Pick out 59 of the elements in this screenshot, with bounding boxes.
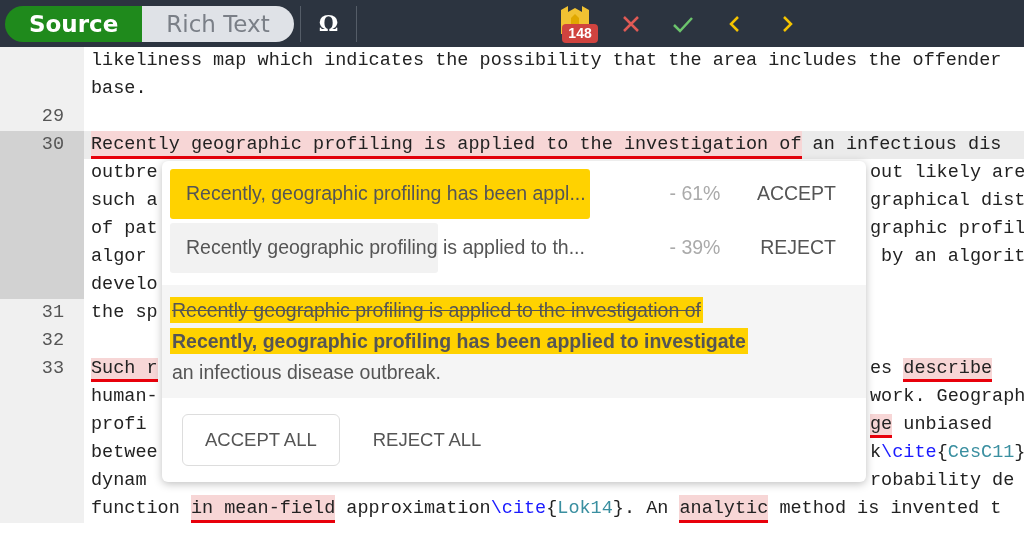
code-text: graphic profil	[870, 218, 1024, 239]
latex-command: \cite	[881, 442, 937, 463]
symbol-button[interactable]: Ω	[306, 7, 351, 40]
code-text: human-	[91, 386, 158, 407]
code-text: approximation	[345, 497, 491, 521]
flagged-text: describe	[903, 358, 993, 382]
unchanged-text: an infectious disease outbreak.	[171, 360, 442, 385]
code-text: function	[91, 497, 181, 521]
code-text: k	[870, 442, 882, 463]
code-text: betwee	[91, 442, 158, 463]
confidence-score: - 39%	[668, 235, 722, 261]
issue-count-badge: 148	[562, 23, 598, 43]
line-number: 33	[41, 358, 64, 379]
suggestion-text[interactable]: Recently, geographic profiling has been appl...	[170, 179, 640, 209]
code-text: dynam	[91, 470, 147, 491]
flagged-text: analytic	[679, 495, 769, 523]
code-text: the sp	[91, 302, 158, 323]
code-text: base.	[91, 77, 147, 101]
accept-all-button[interactable]: ACCEPT ALL	[182, 414, 340, 466]
code-text: es	[870, 358, 894, 379]
mode-tab[interactable]: Source	[5, 5, 143, 42]
code-text: method is invented t	[778, 497, 1002, 521]
suggestion-action-button[interactable]: REJECT	[754, 232, 858, 264]
line-number: 30	[41, 134, 64, 155]
code-text: {	[936, 442, 948, 463]
code-text: by an algorit	[880, 246, 1024, 267]
line-number: 31	[41, 302, 64, 323]
flagged-text: ge	[870, 414, 893, 438]
citation-key: CesC11	[947, 442, 1015, 463]
code-text: }	[1014, 442, 1024, 463]
code-text: robability de	[870, 470, 1015, 491]
confidence-score: - 61%	[668, 181, 722, 207]
suggestion-row[interactable]: Recently, geographic profiling has been appl... - 61% ACCEPT	[170, 167, 858, 221]
code-text: profi	[91, 414, 147, 435]
citation-key: Lok14	[557, 495, 613, 523]
code-text: unbiased	[902, 414, 993, 435]
line-number: 32	[41, 330, 64, 351]
inserted-text: Recently, geographic profiling has been applied to investigate	[170, 328, 748, 354]
flagged-text: Such r	[91, 358, 158, 382]
flagged-text: Recently geographic profiling is applied to the investigation of	[91, 131, 802, 159]
deleted-text: Recently geographic profiling is applied to the investigation of	[170, 297, 703, 323]
code-text: out likely are	[870, 162, 1024, 183]
suggestion-row[interactable]: Recently geographic profiling is applied to th... - 39% REJECT	[170, 221, 858, 275]
code-text: of pat	[91, 218, 158, 239]
suggestion-text[interactable]: Recently geographic profiling is applied to th...	[170, 233, 640, 263]
code-text: work. Geograph	[870, 386, 1024, 407]
flagged-text: in mean-field	[190, 495, 336, 523]
code-text: {	[546, 497, 558, 521]
latex-command: \cite	[490, 497, 547, 521]
code-text: likeliness map which indicates the possibility that the area includes the offender	[91, 49, 1002, 73]
code-text: such a	[91, 190, 158, 211]
code-text: }. An	[612, 497, 670, 521]
code-text: develo	[91, 274, 158, 295]
code-text: outbre	[91, 162, 158, 183]
line-number: 29	[41, 106, 64, 127]
code-text: graphical dist	[870, 190, 1024, 211]
suggestion-action-button[interactable]: ACCEPT	[750, 178, 858, 210]
code-text: an infectious dis	[811, 133, 1002, 157]
code-text: algor	[91, 246, 147, 267]
